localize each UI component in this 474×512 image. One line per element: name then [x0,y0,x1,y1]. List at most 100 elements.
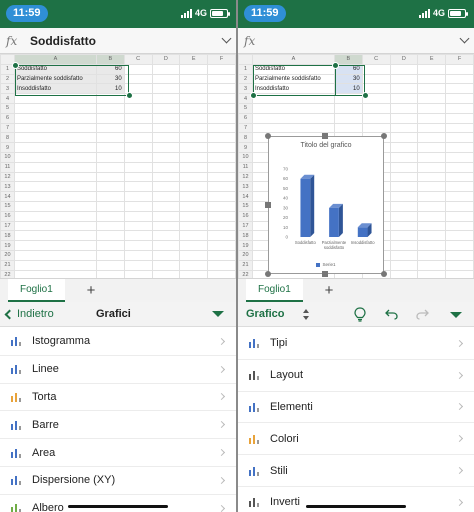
cell[interactable] [389,151,419,163]
cell[interactable] [13,102,97,114]
cell[interactable] [123,259,153,271]
row-header[interactable]: 16 [238,210,253,222]
cell[interactable] [151,132,181,144]
cell[interactable] [95,112,125,124]
range-handle[interactable] [332,62,339,69]
chevron-down-icon[interactable] [221,33,232,44]
cell[interactable] [179,63,209,75]
chart-resize-handle[interactable] [322,133,328,139]
cell-label[interactable]: Soddisfatto [251,63,335,75]
cell[interactable] [123,122,153,134]
table-row[interactable]: 4 [0,93,236,104]
cell[interactable] [95,240,125,251]
row-header[interactable]: 6 [0,112,15,124]
menu-item-albero[interactable]: Albero [0,495,236,512]
table-row[interactable]: 19 [0,240,236,251]
cell[interactable] [445,171,474,183]
cell[interactable] [151,259,181,271]
cell[interactable] [445,259,474,271]
cell[interactable] [361,63,391,75]
table-row[interactable]: 14 [0,191,236,202]
row-header[interactable]: 4 [0,93,15,104]
cell[interactable] [417,181,447,193]
cell[interactable] [179,240,209,251]
table-row[interactable]: 10 [0,151,236,163]
chevron-down-icon[interactable] [459,33,470,44]
cell[interactable] [445,181,474,193]
cell[interactable] [207,230,236,242]
table-row[interactable]: 11 [0,161,236,173]
undo-icon[interactable] [385,308,398,320]
cell[interactable] [389,73,419,85]
cell-value[interactable]: 30 [95,73,125,85]
cell[interactable] [389,210,419,222]
chart-resize-handle[interactable] [381,133,387,139]
menu-item-torta[interactable]: Torta [0,384,236,412]
cell[interactable] [445,191,474,202]
chart-resize-handle[interactable] [265,202,271,208]
cell[interactable] [179,220,209,232]
cell[interactable] [207,73,236,85]
cell[interactable] [123,269,153,278]
row-header[interactable]: 21 [238,259,253,271]
cell[interactable] [207,240,236,251]
table-row[interactable]: 4 [238,93,474,104]
cell[interactable] [445,249,474,261]
cell[interactable] [445,112,474,124]
cell[interactable] [179,93,209,104]
cell[interactable] [417,191,447,202]
chart-resize-handle[interactable] [265,133,271,139]
chart-resize-handle[interactable] [322,271,328,277]
cell[interactable] [389,142,419,153]
menu-item-barre[interactable]: Barre [0,411,236,440]
row-header[interactable]: 22 [238,269,253,278]
row-header[interactable]: 18 [0,230,15,242]
cell[interactable] [13,151,97,163]
cell[interactable] [123,112,153,124]
table-row[interactable]: 3 Insoddisfatto 10 [238,83,474,95]
add-sheet-button[interactable]: + [318,282,340,300]
cell[interactable] [389,63,419,75]
cell[interactable] [123,142,153,153]
row-header[interactable]: 2 [238,73,253,85]
cell[interactable] [123,191,153,202]
row-header[interactable]: 10 [0,151,15,163]
cell[interactable] [151,210,181,222]
cell[interactable] [417,220,447,232]
cell[interactable] [333,93,363,104]
cell[interactable] [95,93,125,104]
row-header[interactable]: 10 [238,151,253,163]
cell[interactable] [251,112,335,124]
selection-handle-end[interactable] [126,92,133,99]
cell[interactable] [179,73,209,85]
cell[interactable] [207,102,236,114]
cell[interactable] [179,83,209,95]
ribbon-title[interactable]: Grafico [246,308,285,320]
cell[interactable] [179,230,209,242]
reorder-arrows-icon[interactable] [302,308,310,321]
cell[interactable] [445,269,474,278]
row-header[interactable]: 5 [0,102,15,114]
row-header[interactable]: 9 [0,142,15,153]
cell[interactable] [179,249,209,261]
row-header[interactable]: 9 [238,142,253,153]
table-row[interactable]: 3 Insoddisfatto 10 [0,83,236,95]
row-header[interactable]: 16 [0,210,15,222]
cell[interactable] [151,249,181,261]
cell[interactable] [179,191,209,202]
row-header[interactable]: 1 [238,63,253,75]
cell[interactable] [445,73,474,85]
table-row[interactable]: 5 [238,102,474,114]
menu-item-layout[interactable]: Layout [238,360,474,392]
cell[interactable] [445,200,474,212]
row-header[interactable]: 12 [0,171,15,183]
cell[interactable] [95,259,125,271]
cell-value[interactable]: 10 [333,83,363,95]
cell[interactable] [95,200,125,212]
table-row[interactable]: 9 [0,142,236,153]
row-header[interactable]: 8 [0,132,15,144]
cell[interactable] [417,171,447,183]
cell[interactable] [123,73,153,85]
cell-value[interactable]: 10 [95,83,125,95]
table-row[interactable]: 1 Soddisfatto 60 [0,63,236,75]
